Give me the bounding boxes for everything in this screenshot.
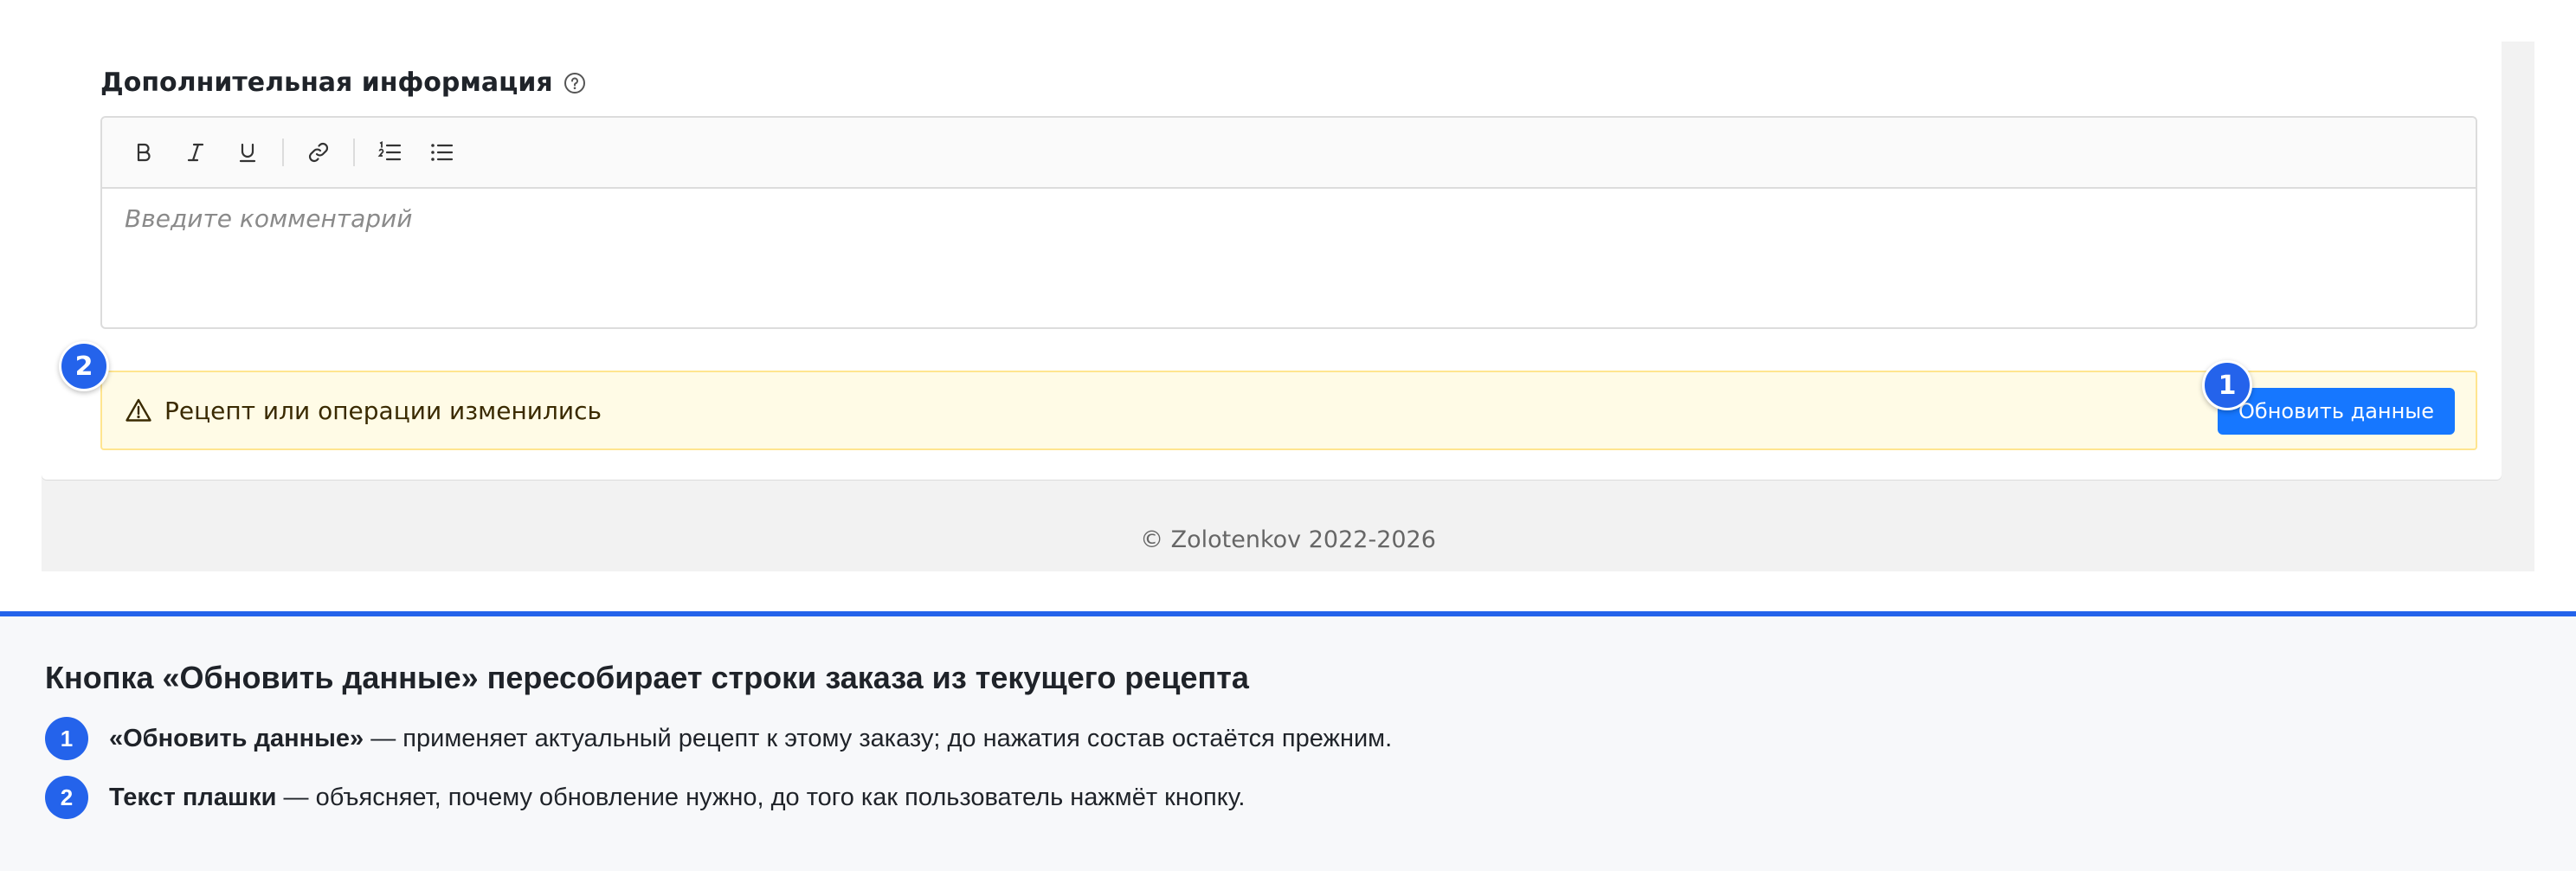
alert-text: Рецепт или операции изменились — [164, 396, 602, 425]
legend-term: Текст плашки — [109, 783, 277, 811]
warning-icon — [125, 397, 152, 424]
comment-input[interactable]: Введите комментарий — [102, 189, 2476, 248]
link-icon[interactable] — [301, 135, 336, 170]
bullet-list-icon[interactable] — [424, 135, 459, 170]
toolbar-divider — [282, 139, 284, 166]
editor-toolbar — [102, 118, 2476, 189]
legend-number: 2 — [45, 776, 88, 819]
toolbar-divider — [353, 139, 355, 166]
explanation-title: Кнопка «Обновить данные» пересобирает ст… — [45, 660, 1249, 695]
legend-term: «Обновить данные» — [109, 724, 364, 752]
legend-number: 1 — [45, 717, 88, 760]
ordered-list-icon[interactable] — [372, 135, 407, 170]
explanation-panel: Кнопка «Обновить данные» пересобирает ст… — [0, 611, 2576, 871]
rich-text-editor: Введите комментарий — [100, 116, 2477, 329]
italic-icon[interactable] — [178, 135, 213, 170]
bold-icon[interactable] — [126, 135, 161, 170]
legend-item: 2 Текст плашки — объясняет, почему обнов… — [45, 776, 1245, 819]
callout-marker-2: 2 — [59, 341, 109, 391]
legend-description: — объясняет, почему обновление нужно, до… — [276, 783, 1246, 811]
form-card: Дополнительная информация Введите коммен… — [42, 42, 2502, 480]
footer-copyright: © Zolotenkov 2022-2026 — [1140, 526, 1436, 553]
help-icon[interactable] — [564, 72, 586, 94]
refresh-data-button[interactable]: Обновить данные — [2218, 388, 2455, 435]
section-title: Дополнительная информация — [100, 68, 586, 98]
legend-item: 1 «Обновить данные» — применяет актуальн… — [45, 717, 1392, 760]
legend-description: — применяет актуальный рецепт к этому за… — [364, 724, 1393, 752]
app-screenshot: Дополнительная информация Введите коммен… — [42, 42, 2534, 571]
section-title-text: Дополнительная информация — [100, 68, 553, 98]
callout-marker-1: 1 — [2202, 360, 2252, 410]
recipe-changed-alert: Рецепт или операции изменились Обновить … — [100, 371, 2477, 450]
underline-icon[interactable] — [230, 135, 265, 170]
